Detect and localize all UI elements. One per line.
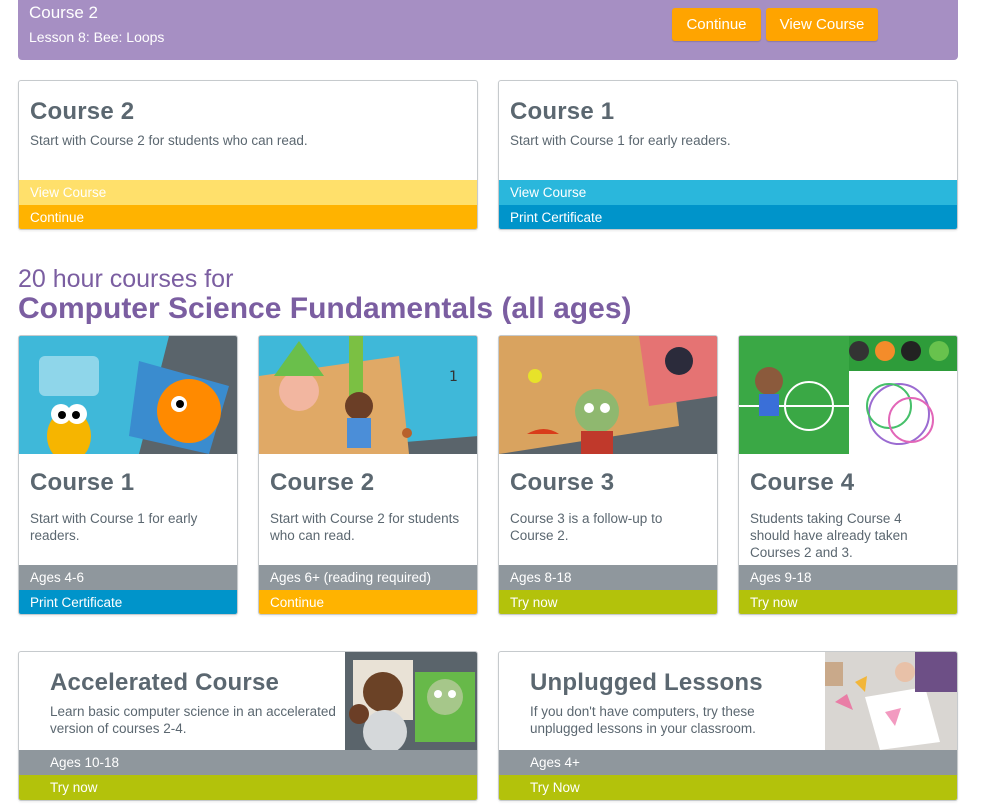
course-2-thumbnail: 1 xyxy=(259,336,477,454)
course-card-accelerated[interactable]: Accelerated Course Learn basic computer … xyxy=(18,651,478,801)
card-title: Course 2 xyxy=(30,98,135,125)
card-description: Start with Course 2 for students who can… xyxy=(270,511,460,543)
section-subheading: 20 hour courses for xyxy=(18,265,234,293)
section-heading: Computer Science Fundamentals (all ages) xyxy=(18,292,632,325)
course-3-thumbnail xyxy=(499,336,717,454)
try-now-link[interactable]: Try now xyxy=(739,590,957,614)
ages-label: Ages 9-18 xyxy=(739,565,957,590)
course-card-unplugged[interactable]: Unplugged Lessons If you don't have comp… xyxy=(498,651,958,801)
course-4-thumbnail xyxy=(739,336,957,454)
progress-card-course-2: Course 2 Start with Course 2 for student… xyxy=(18,80,478,230)
ages-label: Ages 4-6 xyxy=(19,565,237,590)
card-description: Learn basic computer science in an accel… xyxy=(50,704,336,736)
print-certificate-link[interactable]: Print Certificate xyxy=(499,205,957,229)
card-title: Unplugged Lessons xyxy=(530,669,763,696)
card-description: If you don't have computers, try these u… xyxy=(530,704,756,736)
ages-label: Ages 8-18 xyxy=(499,565,717,590)
card-title: Course 1 xyxy=(30,469,135,496)
svg-text:1: 1 xyxy=(449,369,458,385)
course-card-course-2[interactable]: 1 Course 2 Start with Course 2 for stude… xyxy=(258,335,478,615)
card-title: Course 2 xyxy=(270,469,375,496)
card-description: Start with Course 1 for early readers. xyxy=(30,511,198,543)
card-title: Course 1 xyxy=(510,98,615,125)
progress-card-course-1: Course 1 Start with Course 1 for early r… xyxy=(498,80,958,230)
try-now-link[interactable]: Try Now xyxy=(499,775,957,800)
banner-lesson-title: Lesson 8: Bee: Loops xyxy=(29,29,165,45)
card-title: Accelerated Course xyxy=(50,669,280,696)
continue-link[interactable]: Continue xyxy=(19,205,477,229)
try-now-link[interactable]: Try now xyxy=(499,590,717,614)
ages-label: Ages 4+ xyxy=(499,750,957,775)
banner-course-title: Course 2 xyxy=(29,3,98,22)
card-description: Start with Course 1 for early readers. xyxy=(510,133,731,148)
card-description: Start with Course 2 for students who can… xyxy=(30,133,308,148)
unplugged-thumbnail xyxy=(825,652,957,750)
card-title: Course 4 xyxy=(750,469,855,496)
try-now-link[interactable]: Try now xyxy=(19,775,477,800)
view-course-button[interactable]: View Course xyxy=(766,8,878,41)
ages-label: Ages 6+ (reading required) xyxy=(259,565,477,590)
current-course-banner: Course 2 Lesson 8: Bee: Loops Continue V… xyxy=(18,0,958,60)
card-description: Students taking Course 4 should have alr… xyxy=(750,511,908,560)
ages-label: Ages 10-18 xyxy=(19,750,477,775)
card-title: Course 3 xyxy=(510,469,615,496)
print-certificate-link[interactable]: Print Certificate xyxy=(19,590,237,614)
course-card-course-3[interactable]: Course 3 Course 3 is a follow-up to Cour… xyxy=(498,335,718,615)
course-card-course-1[interactable]: Course 1 Start with Course 1 for early r… xyxy=(18,335,238,615)
continue-link[interactable]: Continue xyxy=(259,590,477,614)
view-course-link[interactable]: View Course xyxy=(19,180,477,205)
continue-button[interactable]: Continue xyxy=(672,8,761,41)
course-1-thumbnail xyxy=(19,336,237,454)
course-card-course-4[interactable]: Course 4 Students taking Course 4 should… xyxy=(738,335,958,615)
view-course-link[interactable]: View Course xyxy=(499,180,957,205)
card-description: Course 3 is a follow-up to Course 2. xyxy=(510,511,663,543)
accelerated-thumbnail xyxy=(345,652,477,750)
